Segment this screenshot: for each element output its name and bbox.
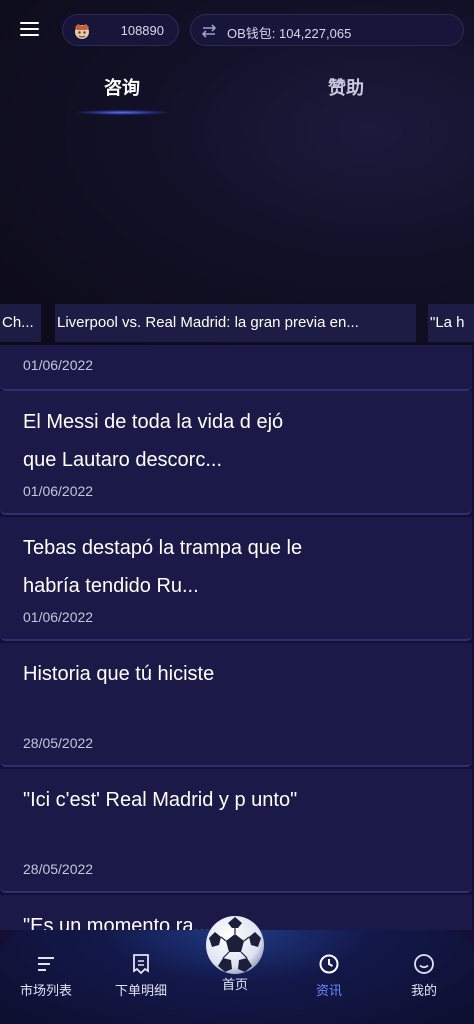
nav-market-list[interactable]: 市场列表 xyxy=(6,952,86,999)
news-card[interactable]: El Messi de toda la vida d ejó que Lauta… xyxy=(0,391,472,515)
news-list: 01/06/2022 El Messi de toda la vida d ej… xyxy=(0,345,474,930)
wallet-balance: OB钱包: 104,227,065 xyxy=(227,26,352,41)
news-date: 28/05/2022 xyxy=(23,735,94,751)
smiley-icon xyxy=(414,954,434,974)
news-title: "Es un momento ra... en xyxy=(23,915,238,930)
crest-icon xyxy=(75,24,89,39)
nav-label: 资讯 xyxy=(315,983,342,998)
order-details-icon xyxy=(133,954,149,975)
nav-news[interactable]: 资讯 xyxy=(289,952,369,999)
news-date: 28/05/2022 xyxy=(23,861,94,877)
ticker-item[interactable]: Ch... xyxy=(0,304,41,342)
news-date: 01/06/2022 xyxy=(23,609,94,625)
soccer-ball-icon[interactable] xyxy=(204,914,266,976)
wallet-pill[interactable]: OB钱包: 104,227,065 xyxy=(190,14,464,46)
news-title: "Ici c'est' Real Madrid y p unto" xyxy=(23,789,298,811)
news-title: El Messi de toda la vida d ejó que Lauta… xyxy=(23,411,284,471)
coins-pill[interactable]: 108890 xyxy=(62,14,179,46)
ticker-item[interactable]: "La h xyxy=(428,304,474,342)
coins-value: 108890 xyxy=(120,23,164,38)
nav-home[interactable]: 首页 xyxy=(195,974,275,993)
nav-order-details[interactable]: 下单明细 xyxy=(101,952,181,999)
nav-label: 我的 xyxy=(410,983,437,998)
news-title: Tebas destapó la trampa que le habría te… xyxy=(23,537,303,597)
news-date: 01/06/2022 xyxy=(23,357,94,373)
nav-label: 首页 xyxy=(221,977,248,992)
tab-sponsor[interactable]: 赞助 xyxy=(328,74,364,100)
news-title: Historia que tú hiciste xyxy=(23,663,215,685)
menu-icon[interactable] xyxy=(20,20,40,38)
news-card[interactable]: "Ici c'est' Real Madrid y p unto" 28/05/… xyxy=(0,769,472,893)
news-card[interactable]: Tebas destapó la trampa que le habría te… xyxy=(0,517,472,641)
swap-icon xyxy=(201,24,217,38)
nav-label: 市场列表 xyxy=(19,983,72,998)
tab-consult[interactable]: 咨询 xyxy=(104,74,140,100)
top-bar: 108890 OB钱包: 104,227,065 xyxy=(0,12,474,48)
ticker-item[interactable]: Liverpool vs. Real Madrid: la gran previ… xyxy=(55,304,416,342)
market-list-icon xyxy=(38,957,54,971)
nav-mine[interactable]: 我的 xyxy=(384,952,464,999)
active-tab-indicator xyxy=(76,110,168,115)
nav-label: 下单明细 xyxy=(114,983,167,998)
news-card[interactable]: Historia que tú hiciste 28/05/2022 xyxy=(0,643,472,767)
clock-icon xyxy=(319,954,339,974)
news-date: 01/06/2022 xyxy=(23,483,94,499)
hero-banner xyxy=(0,0,474,345)
news-card[interactable]: 01/06/2022 xyxy=(0,345,472,391)
